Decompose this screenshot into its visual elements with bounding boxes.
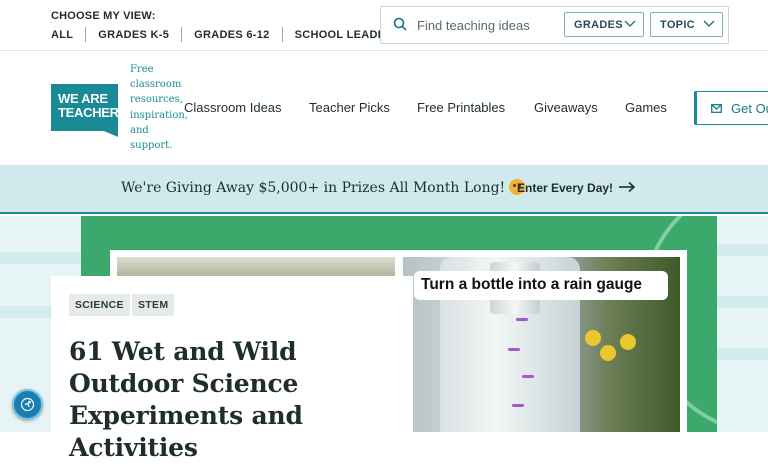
newsletter-button-label: Get Ou [731,100,768,116]
nav-item-teacher-picks[interactable]: Teacher Picks [309,100,390,115]
promo-link[interactable]: Enter Every Day! [517,181,613,195]
chevron-down-icon [703,20,715,27]
view-link-grades-k5[interactable]: GRADES K-5 [98,29,169,41]
nav-item-free-printables[interactable]: Free Printables [417,100,505,115]
image-caption: Turn a bottle into a rain gauge [414,271,668,300]
promo-text: We're Giving Away $5,000+ in Prizes All … [121,179,526,196]
flower-decoration [620,334,636,350]
view-link-grades-6-12[interactable]: GRADES 6-12 [194,29,269,41]
promo-banner[interactable]: We're Giving Away $5,000+ in Prizes All … [0,165,768,214]
chevron-down-icon [624,20,636,27]
tag-stem[interactable]: STEM [132,294,175,316]
topic-dropdown-label: TOPIC [660,18,695,31]
promo-text-label: We're Giving Away $5,000+ in Prizes All … [121,180,506,196]
search-bar: GRADES TOPIC [380,6,729,44]
search-icon[interactable] [393,17,407,31]
flower-decoration [600,345,616,361]
site-logo[interactable]: WE ARE TEACHERS [51,84,128,137]
mail-icon [711,103,722,113]
flower-decoration [585,330,601,346]
gauge-mark [512,404,524,407]
arrow-right-icon[interactable] [618,181,636,193]
accessibility-icon [20,397,35,412]
nav-item-games[interactable]: Games [625,100,667,115]
accessibility-button[interactable] [12,389,43,420]
gauge-mark [516,318,528,321]
divider [85,27,87,42]
logo-line-1: WE ARE [58,91,108,106]
site-tagline: Free classroom resources, inspiration, a… [130,64,188,152]
nav-item-classroom-ideas[interactable]: Classroom Ideas [184,100,282,115]
view-link-all[interactable]: ALL [51,29,73,41]
divider [281,27,283,42]
grades-dropdown[interactable]: GRADES [564,12,644,37]
main-nav: WE ARE TEACHERS Free classroom resources… [0,51,768,165]
article-headline[interactable]: 61 Wet and Wild Outdoor Science Experime… [69,336,409,464]
gauge-mark [508,348,520,351]
search-input[interactable] [417,15,557,35]
logo-line-2: TEACHERS [58,105,128,120]
grades-dropdown-label: GRADES [574,18,623,31]
gauge-mark [522,375,534,378]
top-bar: CHOOSE MY VIEW: ALL GRADES K-5 GRADES 6-… [0,0,768,51]
newsletter-button[interactable]: Get Ou [694,91,768,125]
tag-science[interactable]: SCIENCE [69,294,130,316]
divider [181,27,183,42]
view-links: ALL GRADES K-5 GRADES 6-12 SCHOOL LEADER… [51,27,401,42]
choose-view-title: CHOOSE MY VIEW: [51,10,156,22]
nav-item-giveaways[interactable]: Giveaways [534,100,598,115]
topic-dropdown[interactable]: TOPIC [650,12,723,37]
